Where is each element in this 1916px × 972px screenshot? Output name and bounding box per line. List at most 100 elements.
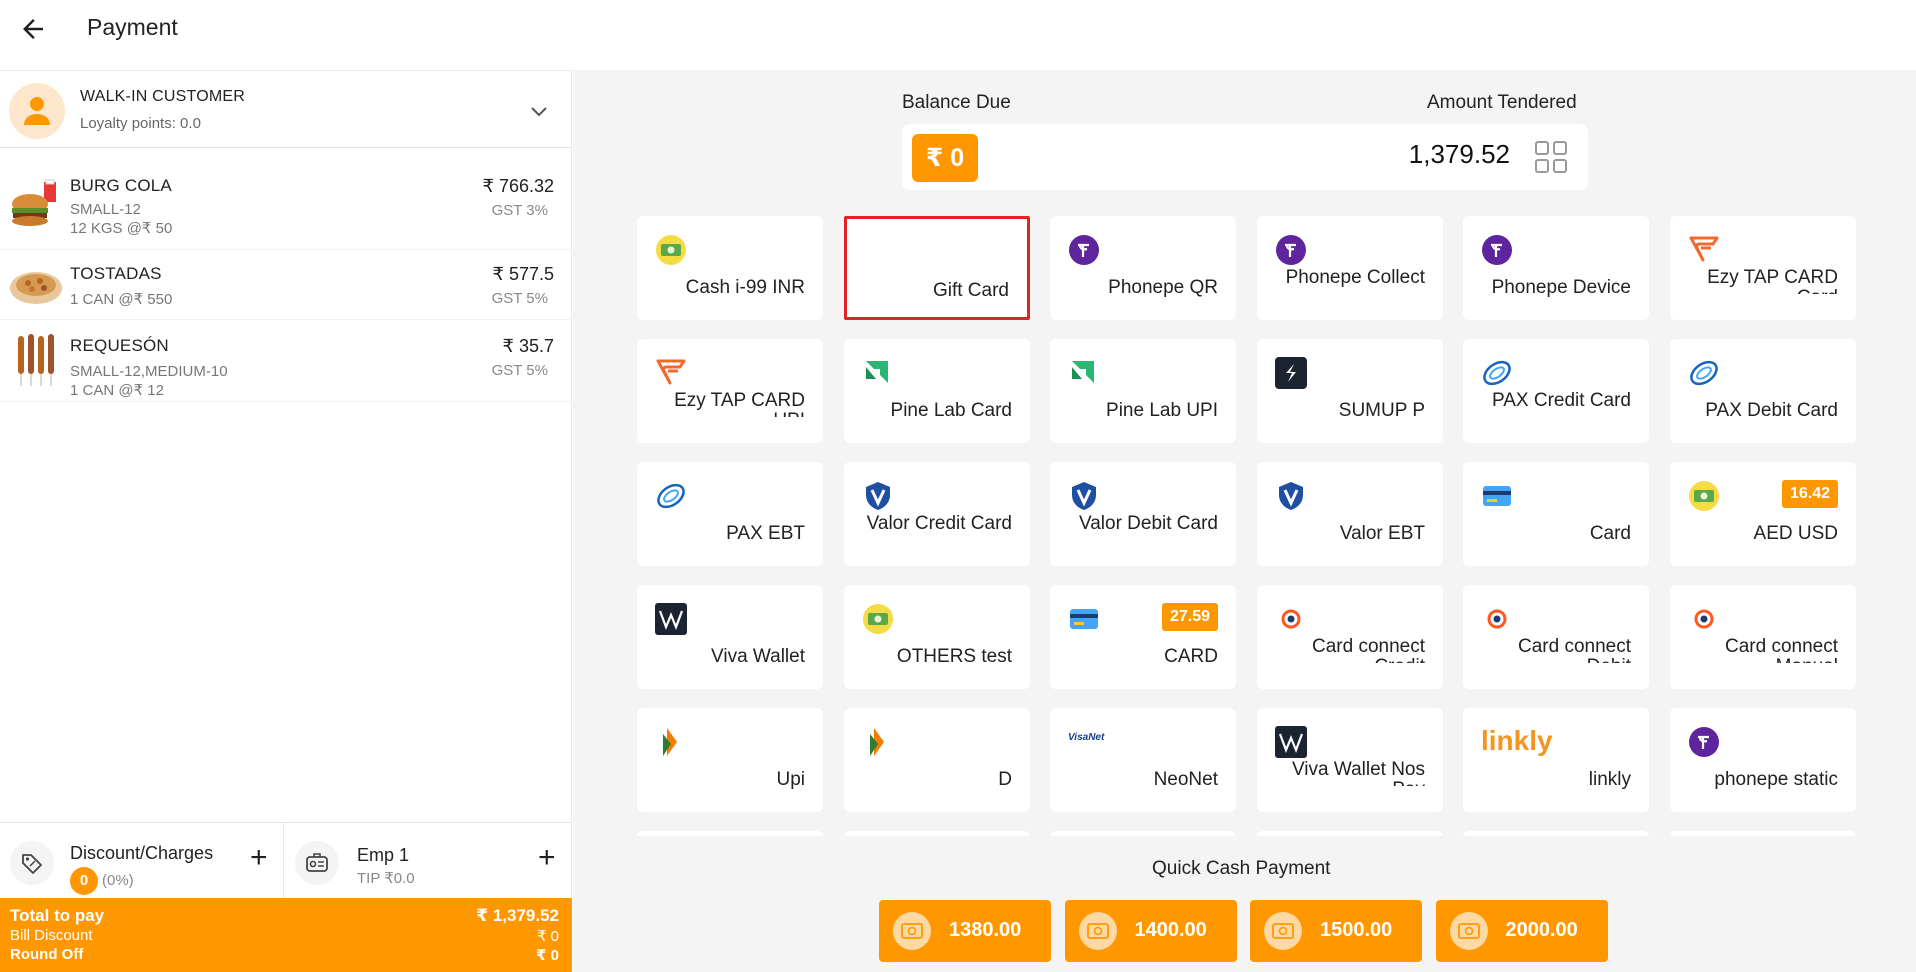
payment-method-viva-wallet[interactable]: Viva Wallet (637, 585, 823, 689)
payment-method-ezy-tap-card-upi[interactable]: Ezy TAP CARD UPI (637, 339, 823, 443)
payment-method-phonepe-collect[interactable]: Phonepe Collect (1257, 216, 1443, 320)
phonepe-icon (1688, 726, 1720, 758)
cart-item[interactable]: TOSTADAS 1 CAN @₹ 550 ₹ 577.5 GST 5% (0, 250, 572, 320)
customer-name: WALK-IN CUSTOMER (80, 88, 245, 105)
payment-method-sumup-p[interactable]: SUMUP P (1257, 339, 1443, 443)
pinelab-icon (862, 357, 894, 389)
payment-method-pax-debit-card[interactable]: PAX Debit Card (1670, 339, 1856, 443)
payment-method-card-connect-debit[interactable]: Card connect Debit (1463, 585, 1649, 689)
payment-method-label: Card connect Debit (1517, 637, 1631, 663)
payment-method-card-partial[interactable] (1463, 831, 1649, 836)
payment-method-pine-lab-upi[interactable]: Pine Lab UPI (1050, 339, 1236, 443)
loyalty-points: Loyalty points: 0.0 (80, 115, 201, 132)
payment-method-pax-credit-card[interactable]: PAX Credit Card (1463, 339, 1649, 443)
payment-method-pax-ebt[interactable]: PAX EBT (637, 462, 823, 566)
payment-method-cash-i-99-inr[interactable]: Cash i-99 INR (637, 216, 823, 320)
item-quantity: 1 CAN @₹ 550 (70, 291, 173, 308)
payment-method-label: Upi (776, 769, 805, 790)
payment-method-linkly[interactable]: linkly linkly (1463, 708, 1649, 812)
bill-discount-label: Bill Discount (10, 927, 93, 944)
payment-method-others-test[interactable]: OTHERS test (844, 585, 1030, 689)
back-arrow-icon[interactable] (18, 14, 48, 44)
payment-method-card[interactable]: 27.59 CARD (1050, 585, 1236, 689)
payment-method-phonepe-qr[interactable]: Phonepe QR (1050, 216, 1236, 320)
payment-method-label: Ezy TAP CARD Card (1707, 268, 1838, 294)
total-label: Total to pay (10, 906, 105, 925)
app-header: Payment (0, 0, 1916, 70)
sumup-icon (1275, 357, 1307, 389)
total-panel[interactable]: Total to pay ₹ 1,379.52 Bill Discount ₹ … (0, 898, 572, 972)
keypad-grid-icon[interactable] (1534, 140, 1568, 179)
discount-charges[interactable]: Discount/Charges 0 (0%) + (0, 823, 284, 899)
employee-name: Emp 1 (357, 845, 410, 865)
payment-method-valor-debit-card[interactable]: Valor Debit Card (1050, 462, 1236, 566)
payment-method-label: Cash i-99 INR (685, 277, 805, 298)
payment-method-upi[interactable]: Upi (637, 708, 823, 812)
payment-method-card[interactable]: Card (1463, 462, 1649, 566)
viva-icon (1275, 726, 1307, 758)
payment-methods-grid: Cash i-99 INR Gift Card Phonepe QR Phonepe … (637, 216, 1857, 836)
chevron-down-icon[interactable] (530, 105, 548, 123)
cart-panel: WALK-IN CUSTOMER Loyalty points: 0.0 BUR… (0, 70, 572, 972)
payment-method-label: Card (1589, 523, 1631, 544)
payment-method-gift-card[interactable]: Gift Card (844, 216, 1030, 320)
discount-percent: (0%) (102, 872, 134, 889)
cart-item[interactable]: BURG COLA SMALL-12 12 KGS @₹ 50 ₹ 766.32… (0, 160, 572, 250)
valor-icon (1275, 480, 1307, 512)
pax-icon (1688, 357, 1720, 389)
payment-method-card-partial[interactable] (1050, 831, 1236, 836)
quick-cash-button[interactable]: 2000.00 (1435, 900, 1608, 962)
customer-selector[interactable]: WALK-IN CUSTOMER Loyalty points: 0.0 (0, 70, 572, 148)
round-off-label: Round Off (10, 946, 84, 963)
payment-method-label: CARD (1164, 646, 1218, 667)
cart-item[interactable]: REQUESÓN SMALL-12,MEDIUM-10 1 CAN @₹ 12 … (0, 320, 572, 402)
cardconnect-icon (1688, 603, 1720, 635)
employee-tip[interactable]: Emp 1 TIP ₹0.0 + (285, 823, 572, 899)
amount-badge: 27.59 (1161, 603, 1218, 631)
item-quantity: 12 KGS @₹ 50 (70, 220, 173, 237)
tender-box: ₹ 0 1,379.52 (902, 124, 1588, 190)
amount-tendered-value[interactable]: 1,379.52 (1409, 139, 1510, 170)
payment-method-d[interactable]: D (844, 708, 1030, 812)
balance-due-value: ₹ 0 (912, 134, 978, 182)
add-discount-icon[interactable]: + (250, 843, 268, 873)
payment-method-card-partial[interactable] (844, 831, 1030, 836)
payment-method-pine-lab-card[interactable]: Pine Lab Card (844, 339, 1030, 443)
payment-method-aed-usd[interactable]: 16.42 AED USD (1670, 462, 1856, 566)
svg-text:linkly: linkly (1481, 726, 1553, 756)
cash-icon (1688, 480, 1720, 512)
payment-method-card-connect-manual[interactable]: Card connect Manual (1670, 585, 1856, 689)
payment-method-viva-wallet-nos-pay[interactable]: Viva Wallet Nos Pay (1257, 708, 1443, 812)
payment-method-card-partial[interactable] (637, 831, 823, 836)
payment-method-card-partial[interactable] (1670, 831, 1856, 836)
quick-cash-button[interactable]: 1400.00 (1064, 900, 1237, 962)
payment-method-valor-credit-card[interactable]: Valor Credit Card (844, 462, 1030, 566)
payment-method-card-connect-credit[interactable]: Card connect Credit (1257, 585, 1443, 689)
bill-discount-value: ₹ 0 (536, 928, 559, 945)
payment-method-phonepe-static[interactable]: phonepe static (1670, 708, 1856, 812)
payment-method-label: OTHERS test (896, 646, 1012, 667)
payment-method-label: PAX Credit Card (1491, 391, 1631, 411)
cardconnect-icon (1481, 603, 1513, 635)
payment-method-card-partial[interactable] (1257, 831, 1443, 836)
payment-method-neonet[interactable]: VisaNet NeoNet (1050, 708, 1236, 812)
add-tip-icon[interactable]: + (538, 843, 556, 873)
quick-cash-button[interactable]: 1380.00 (879, 900, 1051, 962)
phonepe-icon (1068, 234, 1100, 266)
payment-method-phonepe-device[interactable]: Phonepe Device (1463, 216, 1649, 320)
item-quantity: 1 CAN @₹ 12 (70, 382, 164, 399)
card-icon (1481, 480, 1513, 512)
payment-method-label: D (998, 769, 1012, 790)
payment-method-label: Valor Debit Card (1078, 514, 1218, 534)
payment-method-valor-ebt[interactable]: Valor EBT (1257, 462, 1443, 566)
quick-cash-title: Quick Cash Payment (1152, 858, 1331, 879)
quick-cash-button[interactable]: 1500.00 (1250, 900, 1422, 962)
payment-method-ezy-tap-card-card[interactable]: Ezy TAP CARD Card (1670, 216, 1856, 320)
discount-tag-icon (10, 841, 54, 885)
pinelab-icon (1068, 357, 1100, 389)
linkly-icon: linkly (1481, 725, 1553, 758)
payment-method-label: Card connect Manual (1724, 637, 1838, 663)
cash-note-icon (893, 912, 931, 950)
item-price: ₹ 766.32 (482, 176, 554, 196)
item-price: ₹ 35.7 (502, 336, 555, 356)
